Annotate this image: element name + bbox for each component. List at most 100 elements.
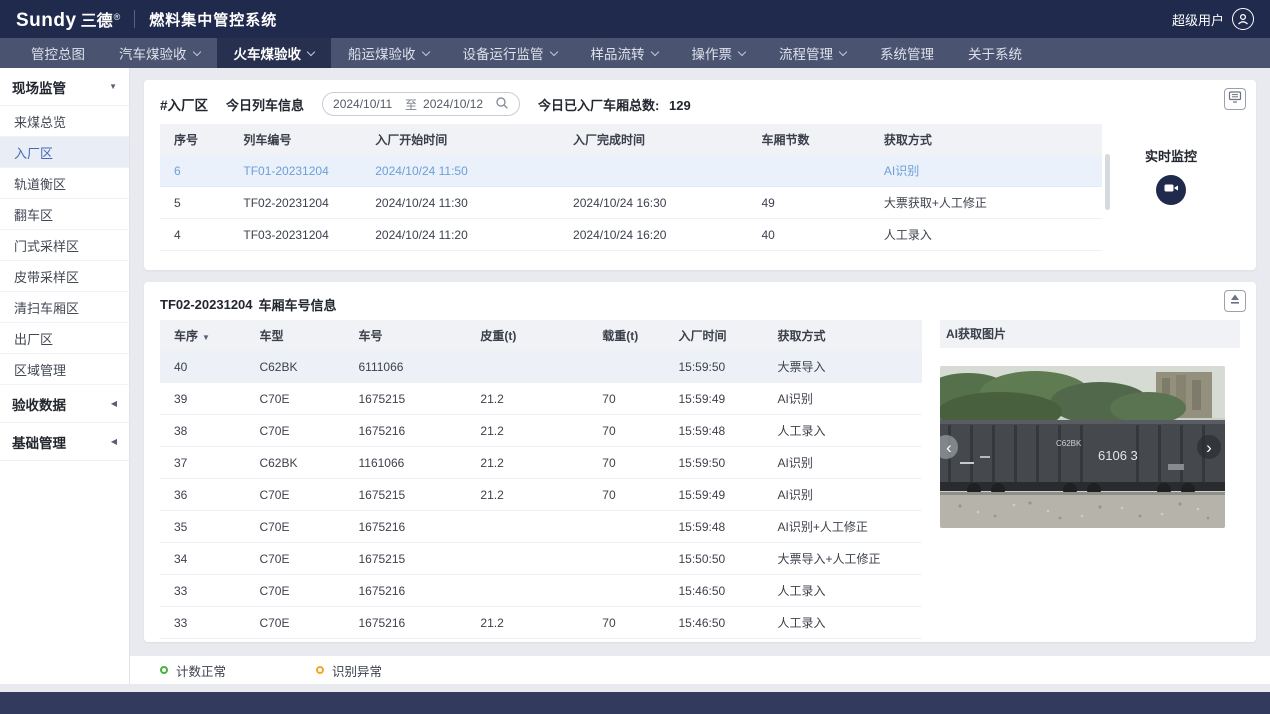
sidebar-item-label: 门式采样区	[14, 236, 79, 255]
cell-entry-start: 2024/10/24 11:50	[367, 155, 565, 187]
cell-wagon-model: C70E	[251, 543, 350, 575]
sidebar-item[interactable]: 轨道衡区	[0, 168, 129, 199]
nav-item-label: 设备运行监管	[463, 43, 544, 63]
wagon-table-row[interactable]: 35 C70E 1675216 15:59:48 AI识别+人工修正	[160, 511, 922, 543]
cell-wagon-method: AI识别	[770, 383, 922, 415]
nav-item[interactable]: 管控总图	[14, 38, 102, 68]
content-area: #入厂区 今日列车信息 2024/10/11 至 2024/10/12 今日已入…	[130, 68, 1270, 684]
nav-item-label: 火车煤验收	[234, 43, 302, 63]
sidebar-item[interactable]: 门式采样区	[0, 230, 129, 261]
train-info-panel: #入厂区 今日列车信息 2024/10/11 至 2024/10/12 今日已入…	[144, 80, 1256, 270]
date-range-picker[interactable]: 2024/10/11 至 2024/10/12	[322, 92, 520, 116]
wagon-table-row[interactable]: 40 C62BK 6111066 15:59:50 大票导入	[160, 351, 922, 383]
sidebar-item-label: 皮带采样区	[14, 267, 79, 286]
nav-item[interactable]: 关于系统	[951, 38, 1039, 68]
train-panel-header: #入厂区 今日列车信息 2024/10/11 至 2024/10/12 今日已入…	[160, 90, 1240, 118]
ai-photo-column: AI获取图片	[940, 320, 1240, 639]
sidebar-item[interactable]: 出厂区	[0, 323, 129, 354]
cell-wagon-method: AI识别	[770, 479, 922, 511]
cell-wagon-no: 1675215	[350, 383, 472, 415]
train-table-row[interactable]: 5 TF02-20231204 2024/10/24 11:30 2024/10…	[160, 187, 1102, 219]
cell-wagon-order: 33	[160, 607, 251, 639]
cell-entry-end	[565, 155, 753, 187]
panel-display-button[interactable]	[1224, 88, 1246, 110]
wagon-table-row[interactable]: 38 C70E 1675216 21.2 70 15:59:48 人工录入	[160, 415, 922, 447]
carousel-next-button[interactable]: ›	[1197, 435, 1221, 459]
header-divider	[134, 10, 135, 28]
wagon-table-row[interactable]: 39 C70E 1675215 21.2 70 15:59:49 AI识别	[160, 383, 922, 415]
nav-item[interactable]: 汽车煤验收	[102, 38, 217, 68]
cell-tare: 21.2	[472, 479, 594, 511]
wagon-photo: C62BK 6106 3	[940, 366, 1225, 528]
sidebar-item[interactable]: 清扫车厢区	[0, 292, 129, 323]
nav-item[interactable]: 操作票	[675, 38, 763, 68]
cell-entry-time: 15:46:50	[670, 575, 769, 607]
sidebar-item[interactable]: 翻车区	[0, 199, 129, 230]
cell-entry-time: 15:46:50	[670, 607, 769, 639]
wagon-table-row[interactable]: 37 C62BK 1161066 21.2 70 15:59:50 AI识别	[160, 447, 922, 479]
cell-tare	[472, 575, 594, 607]
cell-entry-time: 15:59:48	[670, 415, 769, 447]
user-avatar-icon[interactable]	[1232, 8, 1254, 30]
table-scrollbar[interactable]	[1105, 154, 1110, 210]
today-total-value: 129	[669, 98, 691, 113]
registered-mark: ®	[114, 12, 121, 22]
sidebar-section-label: 现场监管	[12, 77, 66, 97]
wagon-table-row[interactable]: 33 C70E 1675216 15:46:50 人工录入	[160, 575, 922, 607]
legend-label: 计数正常	[176, 661, 226, 680]
wagon-table-row[interactable]: 36 C70E 1675215 21.2 70 15:59:49 AI识别	[160, 479, 922, 511]
sidebar-item[interactable]: 区域管理	[0, 354, 129, 385]
area-title: #入厂区	[160, 94, 208, 114]
col-entry-end: 入厂完成时间	[565, 124, 753, 155]
sidebar-item[interactable]: 入厂区	[0, 137, 129, 168]
sidebar-section-basic-management[interactable]: 基础管理 ◀	[0, 423, 129, 461]
wagon-table-row[interactable]: 33 C70E 1675216 21.2 70 15:46:50 人工录入	[160, 607, 922, 639]
nav-item[interactable]: 船运煤验收	[331, 38, 446, 68]
col-entry-start: 入厂开始时间	[367, 124, 565, 155]
nav-item[interactable]: 设备运行监管	[446, 38, 574, 68]
nav-item[interactable]: 样品流转	[574, 38, 675, 68]
train-table-row[interactable]: 4 TF03-20231204 2024/10/24 11:20 2024/10…	[160, 219, 1102, 251]
sidebar-item-label: 翻车区	[14, 205, 53, 224]
sidebar-item-label: 来煤总览	[14, 112, 66, 131]
sidebar-item[interactable]: 来煤总览	[0, 106, 129, 137]
cell-seq: 6	[160, 155, 235, 187]
col-wagon-method: 获取方式	[770, 320, 922, 351]
wagon-table-row[interactable]: 34 C70E 1675215 15:50:50 大票导入+人工修正	[160, 543, 922, 575]
camera-icon	[1163, 180, 1179, 201]
cell-method: 人工录入	[876, 219, 1102, 251]
sidebar-item[interactable]: 皮带采样区	[0, 261, 129, 292]
date-to-value[interactable]: 2024/10/12	[423, 97, 489, 111]
brand-logo: Sundy 三德 ®	[16, 7, 120, 32]
cell-entry-start: 2024/10/24 11:20	[367, 219, 565, 251]
wagon-train-id: TF02-20231204	[160, 297, 253, 312]
cell-entry-time: 15:59:49	[670, 383, 769, 415]
nav-item[interactable]: 火车煤验收	[217, 38, 332, 68]
cell-tare	[472, 351, 594, 383]
today-trains-label: 今日列车信息	[226, 95, 304, 114]
sidebar-section-acceptance-data[interactable]: 验收数据 ◀	[0, 385, 129, 423]
col-load: 载重(t)	[594, 320, 670, 351]
nav-item[interactable]: 系统管理	[863, 38, 951, 68]
sidebar-section-site-monitoring[interactable]: 现场监管 ▼	[0, 68, 129, 106]
wagon-table-wrap: 车序▼ 车型 车号 皮重(t) 载重(t) 入厂时间 获取方式	[160, 320, 922, 639]
col-train-no: 列车编号	[235, 124, 367, 155]
cell-wagon-order: 37	[160, 447, 251, 479]
panel-collapse-button[interactable]	[1224, 290, 1246, 312]
cell-wagon-order: 38	[160, 415, 251, 447]
cell-wagon-order: 36	[160, 479, 251, 511]
cell-entry-end: 2024/10/24 16:30	[565, 187, 753, 219]
cell-load: 70	[594, 415, 670, 447]
col-wagon-order[interactable]: 车序▼	[160, 320, 251, 351]
sort-filter-icon[interactable]: ▼	[202, 333, 210, 342]
train-table-row[interactable]: 6 TF01-20231204 2024/10/24 11:50 AI识别	[160, 155, 1102, 187]
date-from-value[interactable]: 2024/10/11	[333, 97, 399, 111]
search-icon[interactable]	[495, 96, 509, 113]
nav-item[interactable]: 流程管理	[762, 38, 863, 68]
realtime-monitor-label: 实时监控	[1145, 146, 1197, 165]
user-menu[interactable]: 超级用户	[1172, 8, 1254, 30]
camera-button[interactable]	[1156, 175, 1186, 205]
col-seq: 序号	[160, 124, 235, 155]
sidebar-section-label: 验收数据	[12, 394, 66, 414]
cell-tare	[472, 511, 594, 543]
